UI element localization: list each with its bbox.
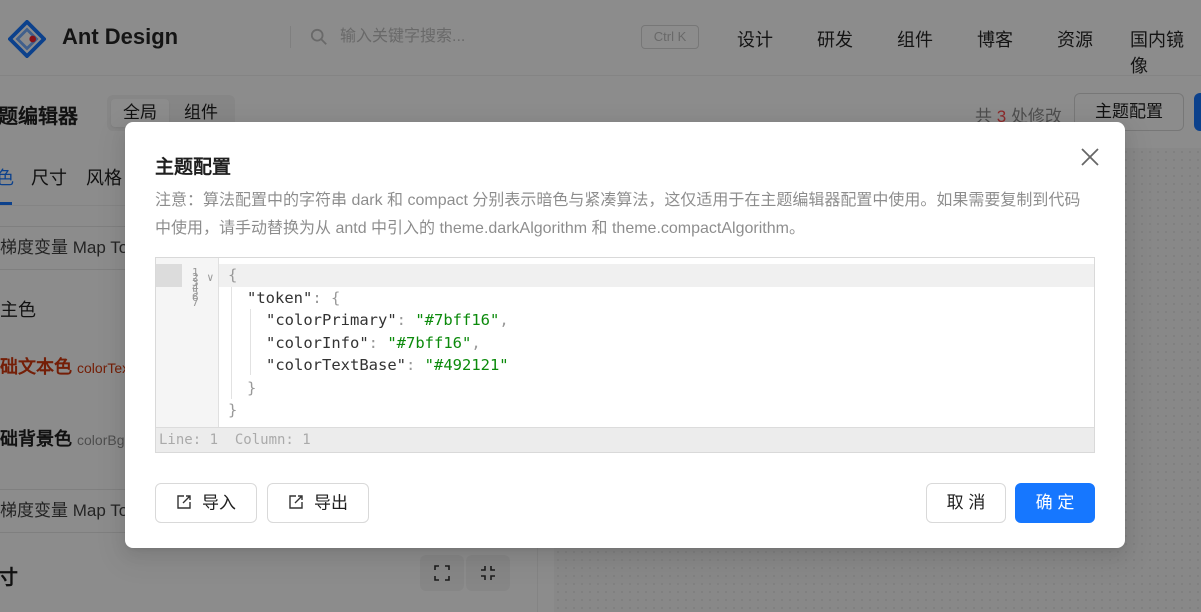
code-line-color-info: "colorInfo": "#7bff16",: [266, 334, 481, 352]
theme-config-modal: 主题配置 注意：算法配置中的字符串 dark 和 compact 分别表示暗色与…: [125, 122, 1125, 548]
editor-active-line: [219, 264, 1094, 287]
color-text-base-key: "colorTextBase": [266, 356, 406, 374]
editor-status-bar: Line: 1 Column: 1: [156, 427, 1094, 452]
fold-chevron-icon[interactable]: ∨: [207, 271, 214, 284]
color-primary-key: "colorPrimary": [266, 311, 397, 329]
modal-title: 主题配置: [155, 157, 232, 178]
import-button[interactable]: 导入: [155, 483, 257, 523]
indent-guide: [231, 287, 232, 399]
json-code-editor[interactable]: 1 2 3 4 5 6 7 ∨ { "token": { "colorPrima…: [155, 257, 1095, 453]
token-key: "token": [247, 289, 313, 307]
code-line-token: "token": {: [247, 289, 341, 307]
export-button[interactable]: 导出: [267, 483, 369, 523]
color-text-base-value: "#492121": [424, 356, 509, 374]
close-icon[interactable]: [1079, 146, 1101, 168]
gutter-active-line: [156, 264, 182, 287]
export-icon: [289, 494, 303, 509]
import-label: 导入: [202, 493, 236, 513]
indent-guide: [250, 309, 251, 375]
ok-button[interactable]: 确 定: [1015, 483, 1095, 523]
color-info-key: "colorInfo": [266, 334, 369, 352]
cancel-button[interactable]: 取 消: [926, 483, 1006, 523]
import-icon: [177, 494, 191, 509]
code-line-open: {: [228, 266, 238, 284]
code-line-color-text-base: "colorTextBase": "#492121": [266, 356, 509, 374]
code-line-token-close: }: [247, 379, 257, 397]
code-line-close: }: [228, 401, 238, 419]
color-info-value: "#7bff16": [387, 334, 472, 352]
algorithm-note: 注意：算法配置中的字符串 dark 和 compact 分别表示暗色与紧凑算法，…: [155, 192, 1081, 237]
line-number: 7: [192, 296, 199, 309]
code-line-color-primary: "colorPrimary": "#7bff16",: [266, 311, 509, 329]
export-label: 导出: [314, 493, 348, 513]
color-primary-value: "#7bff16": [415, 311, 500, 329]
